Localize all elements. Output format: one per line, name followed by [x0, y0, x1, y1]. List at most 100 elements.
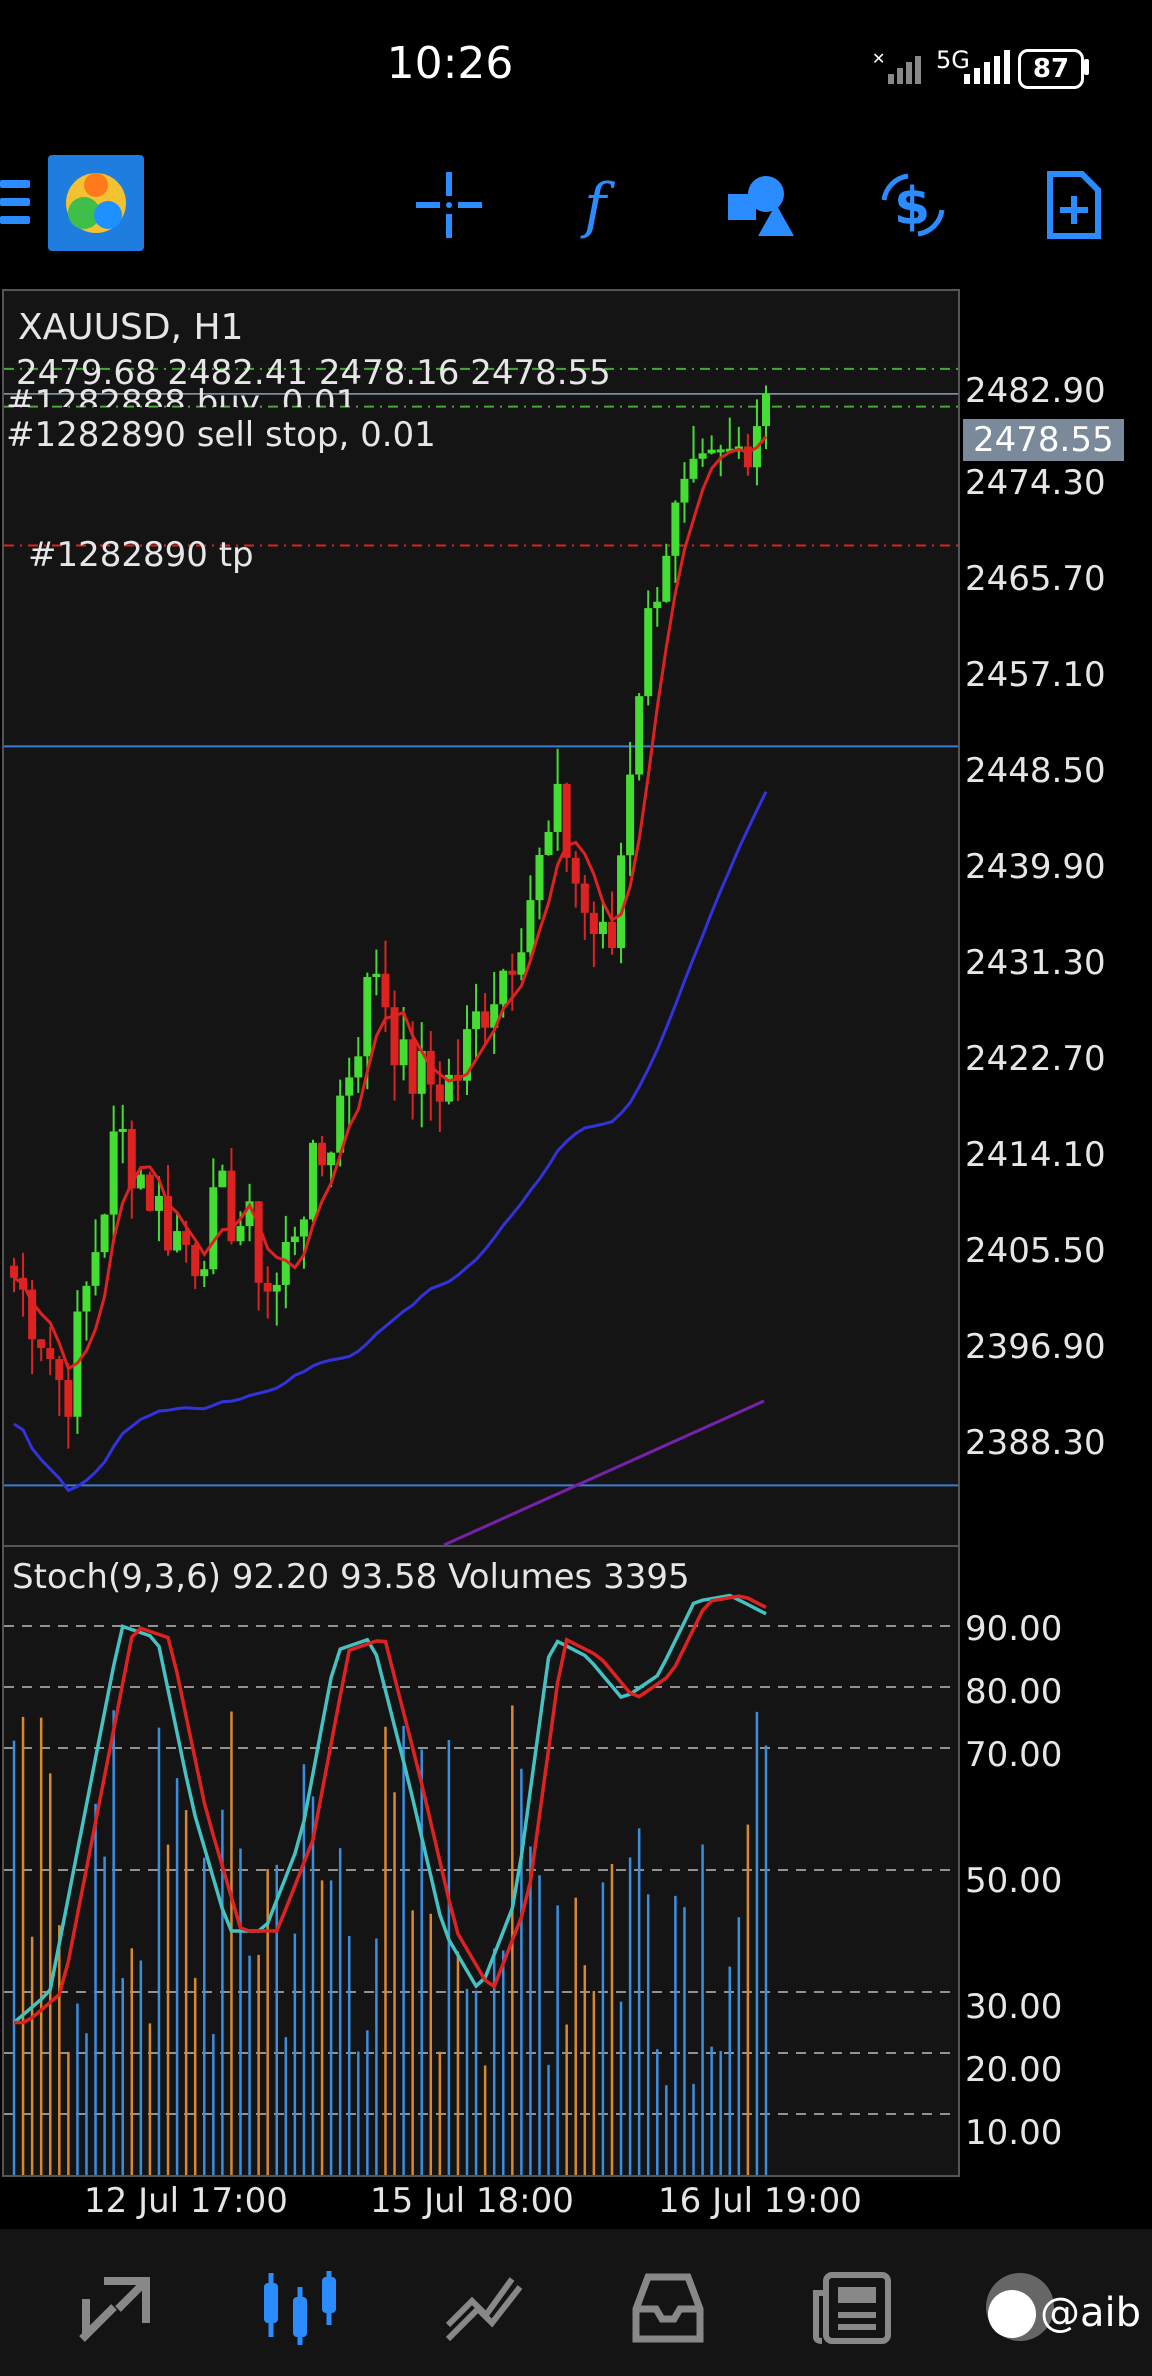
signal-icon-sim2	[964, 50, 1010, 84]
metatrader-logo-icon[interactable]	[48, 155, 144, 251]
status-bar: 10:26 ✕ 5G 87	[0, 0, 1152, 140]
svg-text:✕: ✕	[872, 50, 885, 68]
candle-bear	[381, 973, 390, 1008]
time-axis: 12 Jul 17:00 15 Jul 18:00 16 Jul 19:00	[0, 2177, 1152, 2229]
candle-bull	[136, 1174, 145, 1189]
candle-bull	[154, 1195, 163, 1211]
menu-icon[interactable]	[0, 180, 30, 240]
candle-bull	[100, 1214, 109, 1253]
quotes-icon[interactable]	[74, 2269, 158, 2347]
time-label: 12 Jul 17:00	[84, 2181, 288, 2221]
price-label: 2431.30	[965, 943, 1106, 983]
candle-bear	[408, 1039, 417, 1094]
price-label: 2439.90	[965, 847, 1106, 887]
time-label: 16 Jul 19:00	[658, 2181, 862, 2221]
price-axis[interactable]: 2482.90 2478.55 2474.30 2465.70 2457.10 …	[960, 289, 1152, 2177]
ma-fast-line	[13, 435, 768, 1371]
trade-icon[interactable]	[442, 2269, 526, 2347]
ma-slow-line	[443, 1399, 765, 1545]
stoch-level-label: 20.00	[965, 2050, 1063, 2090]
current-price-label: 2478.55	[963, 419, 1124, 461]
chart-area[interactable]: XAUUSD, H1 2479.68 2482.41 2478.16 2478.…	[0, 289, 1152, 2229]
facebook-icon	[988, 2290, 1036, 2338]
svg-text:f: f	[580, 171, 616, 240]
watermark-text: @aib	[1040, 2290, 1142, 2336]
candle-bull	[644, 608, 653, 697]
stochastic-label: Stoch(9,3,6) 92.20 93.58 Volumes 3395	[12, 1557, 690, 1597]
candle-bull	[680, 478, 689, 503]
candle-bull	[290, 1236, 299, 1243]
candle-bull	[472, 1011, 481, 1030]
candle-bull	[635, 696, 644, 775]
candle-bear	[508, 970, 517, 975]
candle-bull	[544, 831, 553, 855]
candle-bear	[318, 1142, 327, 1166]
candle-bull	[363, 977, 372, 1057]
svg-text:$: $	[894, 177, 930, 237]
price-label: 2448.50	[965, 751, 1106, 791]
candle-bear	[64, 1379, 73, 1417]
candle-bull	[345, 1077, 354, 1096]
candle-bull	[91, 1252, 100, 1286]
candle-bull	[716, 449, 725, 453]
price-chart-svg	[4, 367, 958, 1545]
candle-bull	[698, 453, 707, 459]
main-chart-panel[interactable]: XAUUSD, H1 2479.68 2482.41 2478.16 2478.…	[2, 289, 960, 1547]
candle-bull	[653, 601, 662, 609]
candle-bull	[299, 1219, 308, 1237]
crosshair-icon[interactable]	[414, 170, 484, 240]
price-label: 2388.30	[965, 1423, 1106, 1463]
price-label: 2465.70	[965, 559, 1106, 599]
candle-bull	[526, 900, 535, 953]
price-label: 2414.10	[965, 1135, 1106, 1175]
candle-bull	[598, 921, 607, 934]
stochastic-svg	[4, 1593, 958, 2175]
candle-bull	[200, 1269, 209, 1277]
stoch-level-label: 10.00	[965, 2113, 1063, 2153]
toolbar: f $	[0, 140, 1152, 290]
dollar-refresh-icon[interactable]: $	[878, 170, 948, 240]
news-icon[interactable]	[810, 2269, 894, 2347]
candle-bull	[236, 1226, 245, 1242]
function-icon[interactable]: f	[570, 170, 640, 240]
bottom-navigation	[0, 2229, 1152, 2376]
candle-bull	[209, 1187, 218, 1270]
candle-bull	[327, 1152, 336, 1166]
candle-bear	[10, 1265, 18, 1278]
new-order-icon[interactable]	[1040, 170, 1110, 240]
candle-bull	[707, 449, 716, 454]
stochastic-panel[interactable]: Stoch(9,3,6) 92.20 93.58 Volumes 3395	[2, 1547, 960, 2177]
order-sell-stop-label: #1282890 sell stop, 0.01	[6, 415, 436, 455]
order-tp-label: #1282890 tp	[28, 535, 254, 575]
candle-bear	[145, 1174, 154, 1211]
candle-bear	[263, 1282, 272, 1292]
history-icon[interactable]	[626, 2269, 710, 2347]
candle-bull	[689, 458, 698, 479]
candle-bull	[109, 1131, 118, 1215]
stoch-level-label: 30.00	[965, 1987, 1063, 2027]
candle-bear	[571, 857, 580, 884]
candle-bull	[762, 393, 770, 427]
stoch-level-label: 50.00	[965, 1861, 1063, 1901]
candle-bull	[218, 1170, 227, 1188]
objects-icon[interactable]	[724, 170, 794, 240]
candle-bull	[662, 555, 671, 602]
chart-icon[interactable]	[258, 2269, 342, 2347]
candle-bull	[82, 1285, 91, 1312]
candle-bear	[46, 1348, 55, 1360]
time-label: 15 Jul 18:00	[370, 2181, 574, 2221]
order-buy-label: #1282888 buy, 0.01	[6, 383, 358, 407]
battery-tip	[1084, 59, 1089, 75]
candle-bull	[499, 970, 508, 1005]
candle-bull	[517, 952, 526, 975]
candle-bull	[354, 1056, 363, 1078]
candle-bear	[254, 1201, 263, 1283]
candle-bear	[37, 1339, 46, 1349]
price-label: 2474.30	[965, 463, 1106, 503]
candle-bear	[55, 1359, 64, 1380]
candle-bull	[272, 1284, 281, 1292]
candle-bull	[308, 1142, 317, 1220]
candle-bull	[372, 973, 381, 978]
ma-mid-line	[13, 791, 768, 1493]
battery-indicator: 87	[1018, 49, 1084, 89]
